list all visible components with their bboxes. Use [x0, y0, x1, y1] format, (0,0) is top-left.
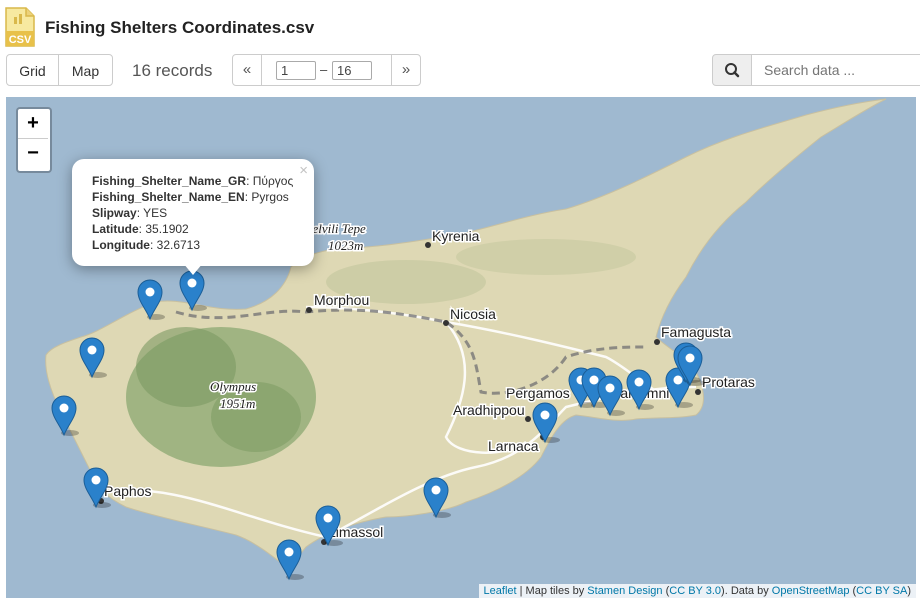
page-title: Fishing Shelters Coordinates.csv — [45, 18, 315, 37]
marker-popup: × Fishing_Shelter_Name_GR: Πύργος Fishin… — [72, 159, 314, 275]
label-famagusta: Famagusta — [661, 324, 731, 340]
cc-by-link[interactable]: CC BY 3.0 — [669, 585, 721, 597]
label-kyrenia: Kyrenia — [432, 228, 480, 244]
label-larnaca: Larnaca — [488, 438, 539, 454]
popup-close-icon[interactable]: × — [299, 162, 308, 179]
label-protaras: Protaras — [702, 374, 755, 390]
toolbar: Grid Map 16 records « – » — [0, 54, 920, 88]
search-icon — [725, 63, 740, 78]
map-view-button[interactable]: Map — [58, 54, 113, 86]
search-input[interactable] — [751, 54, 920, 86]
map-view[interactable]: Kyrenia Morphou Nicosia Famagusta Protar… — [6, 97, 916, 598]
label-paphos: Paphos — [104, 483, 151, 499]
label-peak2-elev: 1951m — [220, 396, 255, 411]
file-header: CSV Fishing Shelters Coordinates.csv — [0, 0, 920, 52]
popup-row: Fishing_Shelter_Name_GR: Πύργος — [92, 174, 294, 188]
popup-row: Latitude: 35.1902 — [92, 222, 189, 236]
label-nicosia: Nicosia — [450, 306, 496, 322]
label-pergamos: Pergamos — [506, 385, 570, 401]
svg-text:CSV: CSV — [9, 34, 32, 46]
zoom-control: + − — [16, 107, 52, 173]
map-attribution: Leaflet | Map tiles by Stamen Design (CC… — [478, 584, 916, 598]
popup-row: Slipway: YES — [92, 206, 168, 220]
popup-row: Fishing_Shelter_Name_EN: Pyrgos — [92, 190, 289, 204]
popup-content: Fishing_Shelter_Name_GR: Πύργος Fishing_… — [92, 173, 293, 253]
popup-row: Longitude: 32.6713 — [92, 238, 201, 252]
pager-to-input[interactable] — [332, 61, 372, 80]
popup-tip — [183, 263, 203, 275]
pager-dash: – — [320, 62, 328, 77]
record-count: 16 records — [132, 61, 213, 80]
pager: « – » — [232, 54, 421, 86]
zoom-out-button[interactable]: − — [18, 139, 48, 168]
map-marker-icon[interactable] — [276, 539, 304, 581]
cc-by-sa-link[interactable]: CC BY SA — [856, 585, 907, 597]
zoom-in-button[interactable]: + — [18, 109, 48, 139]
pager-from-input[interactable] — [276, 61, 316, 80]
pager-next-button[interactable]: » — [391, 55, 420, 85]
label-aradhippou: Aradhippou — [453, 402, 525, 418]
label-peak1-name: Selvili Tepe — [306, 221, 366, 236]
grid-view-button[interactable]: Grid — [6, 54, 59, 86]
label-peak1-elev: 1023m — [328, 238, 363, 253]
pager-prev-button[interactable]: « — [233, 55, 262, 85]
csv-file-icon: CSV — [5, 7, 35, 47]
stamen-link[interactable]: Stamen Design — [587, 585, 662, 597]
leaflet-link[interactable]: Leaflet — [484, 585, 517, 597]
osm-link[interactable]: OpenStreetMap — [772, 585, 850, 597]
search-button[interactable] — [712, 54, 752, 86]
label-morphou: Morphou — [314, 292, 369, 308]
label-peak2-name: Olympus — [210, 379, 256, 394]
